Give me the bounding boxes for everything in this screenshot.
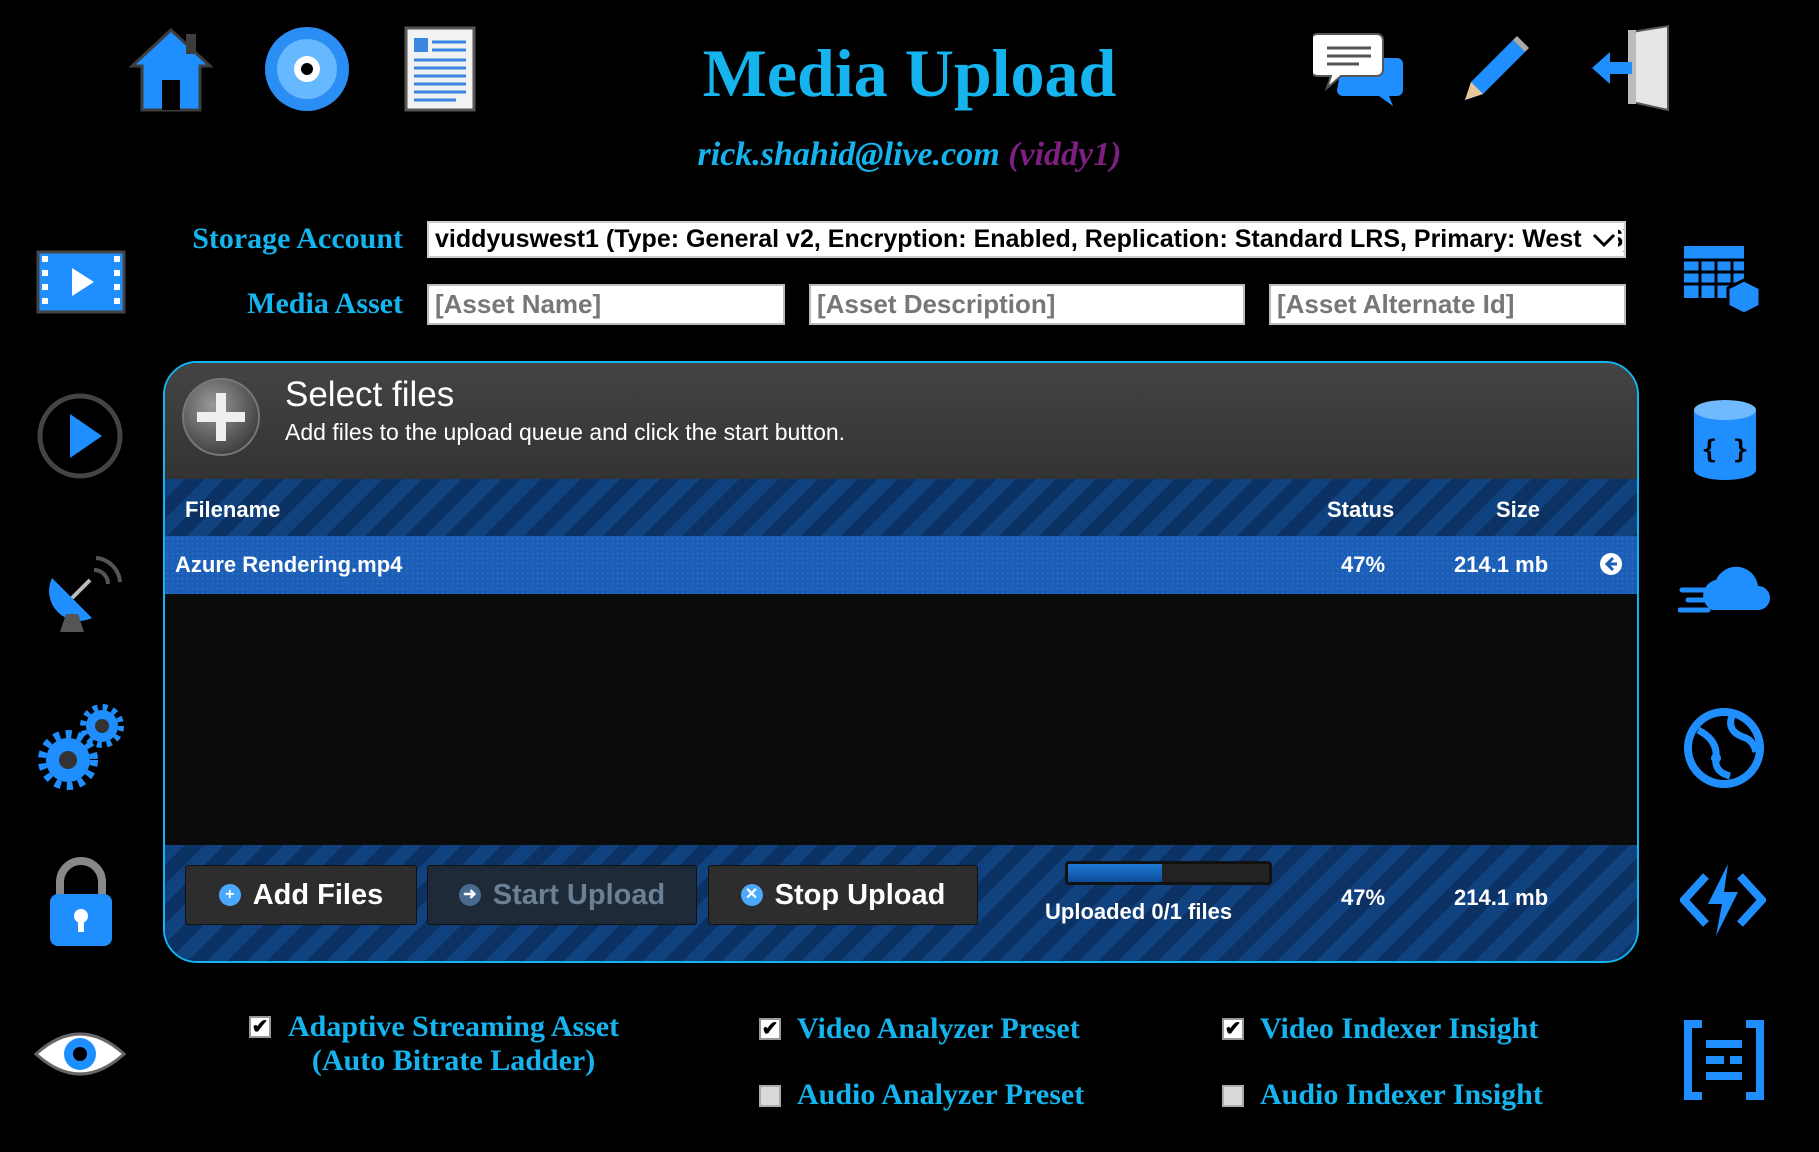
storage-account-value: viddyuswest1 (Type: General v2, Encrypti… — [435, 225, 1626, 253]
cloud-icon[interactable] — [1678, 560, 1778, 620]
video-indexer-checkbox[interactable]: ✔ — [1222, 1018, 1244, 1040]
storage-account-label: Storage Account — [192, 222, 403, 255]
total-size: 214.1 mb — [1454, 885, 1549, 910]
column-size: Size — [1496, 497, 1541, 522]
stop-upload-label: Stop Upload — [774, 878, 946, 911]
user-identity: rick.shahid@live.com (viddy1) — [0, 136, 1819, 174]
add-circle-icon[interactable] — [181, 377, 261, 457]
table-row[interactable]: Azure Rendering.mp4 47% 214.1 mb — [165, 536, 1637, 594]
file-name: Azure Rendering.mp4 — [175, 552, 403, 577]
account-name: (viddy1) — [1008, 136, 1122, 173]
play-icon[interactable] — [36, 392, 124, 480]
chat-icon[interactable] — [1313, 28, 1405, 108]
video-indexer-label: Video Indexer Insight — [1260, 1012, 1539, 1045]
audio-indexer-label: Audio Indexer Insight — [1260, 1078, 1543, 1111]
plus-icon: + — [218, 884, 241, 906]
stop-upload-button[interactable]: ✕ Stop Upload — [708, 865, 978, 925]
video-file-icon[interactable] — [36, 250, 126, 314]
adaptive-streaming-line1: Adaptive Streaming Asset — [288, 1010, 620, 1043]
arrow-right-icon: ➜ — [458, 884, 481, 906]
uploaded-count: Uploaded 0/1 files — [1045, 899, 1233, 924]
eye-icon[interactable] — [34, 1024, 126, 1084]
sign-out-icon[interactable] — [1588, 24, 1678, 112]
add-files-button[interactable]: + Add Files — [185, 865, 417, 925]
add-files-label: Add Files — [252, 878, 384, 911]
column-status: Status — [1327, 497, 1395, 522]
upload-panel-header: Select files Add files to the upload que… — [165, 363, 1637, 479]
satellite-dish-icon[interactable] — [38, 548, 128, 636]
audio-analyzer-checkbox[interactable] — [759, 1085, 781, 1107]
asset-description-input[interactable] — [809, 284, 1245, 325]
uploader-subtitle: Add files to the upload queue and click … — [285, 419, 846, 445]
video-analyzer-label: Video Analyzer Preset — [797, 1012, 1080, 1045]
file-size: 214.1 mb — [1454, 552, 1549, 577]
total-percent: 47% — [1341, 885, 1386, 910]
adaptive-streaming-line2: (Auto Bitrate Ladder) — [311, 1044, 596, 1077]
uploader-title: Select files — [285, 375, 455, 414]
asset-name-input[interactable] — [427, 284, 785, 325]
lock-icon[interactable] — [44, 854, 118, 950]
storage-account-select[interactable]: viddyuswest1 (Type: General v2, Encrypti… — [427, 221, 1626, 258]
column-filename: Filename — [185, 497, 281, 522]
adaptive-streaming-label: Adaptive Streaming Asset (Auto Bitrate L… — [288, 1010, 619, 1078]
adaptive-streaming-checkbox[interactable]: ✔ — [249, 1016, 271, 1038]
upload-panel: Select files Add files to the upload que… — [163, 361, 1639, 963]
media-asset-label: Media Asset — [247, 287, 403, 320]
upload-panel-footer: + Add Files ➜ Start Upload ✕ Stop Upload… — [165, 845, 1637, 961]
database-icon[interactable]: { } — [1690, 398, 1760, 482]
video-analyzer-checkbox[interactable]: ✔ — [759, 1018, 781, 1040]
page-title: Media Upload — [702, 35, 1117, 111]
data-table-icon[interactable] — [1682, 240, 1768, 320]
audio-analyzer-label: Audio Analyzer Preset — [797, 1078, 1085, 1111]
gears-icon[interactable] — [36, 700, 128, 792]
pencil-icon[interactable] — [1455, 30, 1535, 110]
event-hub-icon[interactable] — [1684, 1020, 1764, 1100]
remove-file-icon[interactable] — [1599, 552, 1623, 576]
svg-text:{ }: { } — [1702, 435, 1749, 465]
functions-icon[interactable] — [1680, 860, 1766, 940]
audio-indexer-checkbox[interactable] — [1222, 1085, 1244, 1107]
asset-alternate-id-input[interactable] — [1269, 284, 1626, 325]
stop-icon: ✕ — [740, 884, 763, 906]
start-upload-label: Start Upload — [492, 878, 666, 911]
globe-icon[interactable] — [1682, 706, 1766, 790]
file-status: 47% — [1341, 552, 1386, 577]
file-table-header: Filename Status Size — [165, 479, 1637, 536]
chevron-down-icon — [1590, 223, 1618, 256]
user-email: rick.shahid@live.com — [697, 136, 1000, 173]
start-upload-button[interactable]: ➜ Start Upload — [427, 865, 697, 925]
upload-progress-bar — [1065, 861, 1272, 885]
upload-progress-fill — [1068, 864, 1163, 882]
